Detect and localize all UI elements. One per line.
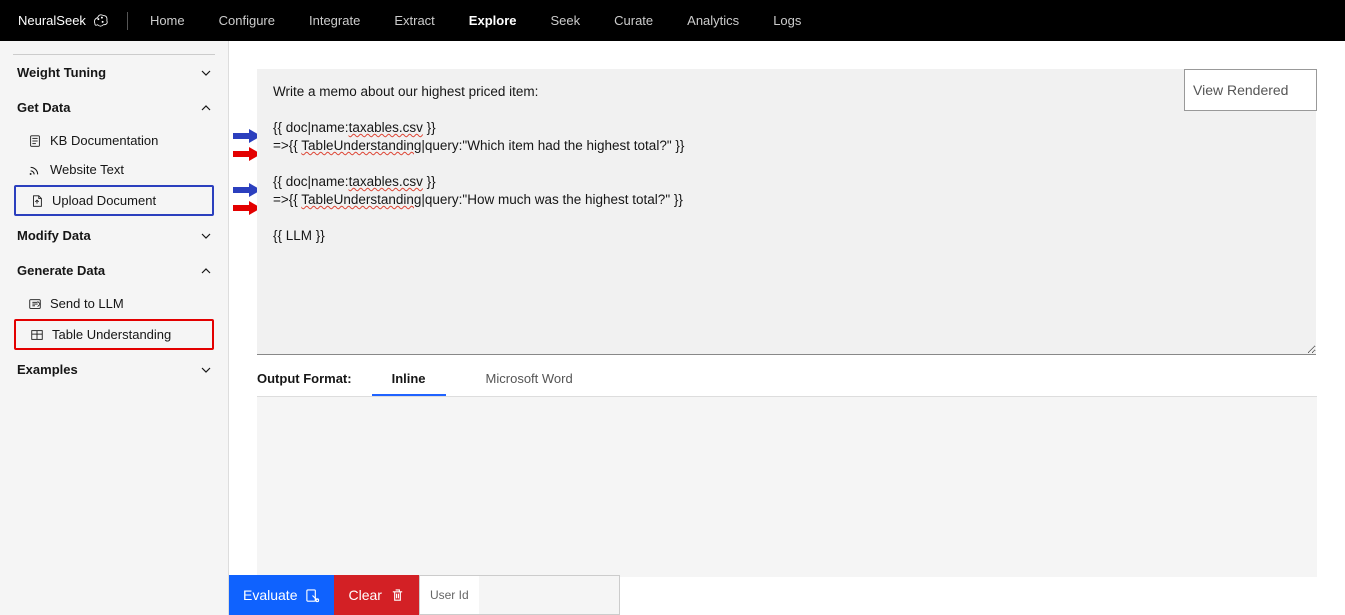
section-label: Examples	[17, 362, 78, 377]
document-icon	[28, 134, 42, 148]
section-generate-data[interactable]: Generate Data	[13, 253, 215, 288]
chevron-up-icon	[201, 103, 211, 113]
trash-icon	[390, 588, 405, 603]
nav-logs[interactable]: Logs	[773, 13, 801, 28]
clear-button[interactable]: Clear	[334, 575, 418, 615]
tab-inline[interactable]: Inline	[372, 363, 446, 396]
nav-analytics[interactable]: Analytics	[687, 13, 739, 28]
output-area	[257, 397, 1317, 577]
nav-configure[interactable]: Configure	[219, 13, 275, 28]
evaluate-button[interactable]: Evaluate	[229, 575, 334, 615]
sidebar-item-send-to-llm[interactable]: Send to LLM	[14, 290, 214, 317]
rss-icon	[28, 163, 42, 177]
user-id-label: User Id	[420, 588, 479, 602]
sidebar-item-label: Table Understanding	[52, 327, 171, 342]
sidebar-item-upload-document[interactable]: Upload Document	[14, 185, 214, 216]
send-icon	[28, 297, 42, 311]
section-weight-tuning[interactable]: Weight Tuning	[13, 55, 215, 90]
section-label: Weight Tuning	[17, 65, 106, 80]
sidebar-item-label: Send to LLM	[50, 296, 124, 311]
chevron-down-icon	[201, 365, 211, 375]
sidebar-item-label: KB Documentation	[50, 133, 158, 148]
tab-microsoft-word[interactable]: Microsoft Word	[466, 363, 593, 396]
chevron-down-icon	[201, 231, 211, 241]
brand-name: NeuralSeek	[18, 13, 86, 28]
sidebar-item-label: Upload Document	[52, 193, 156, 208]
evaluate-icon	[305, 588, 320, 603]
nav-seek[interactable]: Seek	[550, 13, 580, 28]
section-label: Modify Data	[17, 228, 91, 243]
main-panel: Write a memo about our highest priced it…	[229, 41, 1345, 615]
sidebar: Weight Tuning Get Data KB Documentation …	[0, 41, 229, 615]
view-rendered-button[interactable]: View Rendered	[1184, 69, 1317, 111]
topnav: Home Configure Integrate Extract Explore…	[150, 13, 801, 28]
section-label: Get Data	[17, 100, 70, 115]
brand: NeuralSeek	[18, 12, 109, 29]
bottom-bar: Evaluate Clear User Id	[229, 575, 620, 615]
topbar-divider	[127, 12, 128, 30]
chevron-up-icon	[201, 266, 211, 276]
nav-integrate[interactable]: Integrate	[309, 13, 360, 28]
output-format-row: Output Format: Inline Microsoft Word	[257, 363, 1317, 397]
table-icon	[30, 328, 44, 342]
section-modify-data[interactable]: Modify Data	[13, 218, 215, 253]
nav-extract[interactable]: Extract	[394, 13, 434, 28]
user-id-box: User Id	[419, 575, 620, 615]
nav-home[interactable]: Home	[150, 13, 185, 28]
nav-explore[interactable]: Explore	[469, 13, 517, 28]
output-format-label: Output Format:	[257, 371, 352, 396]
upload-document-icon	[30, 194, 44, 208]
section-examples[interactable]: Examples	[13, 352, 215, 387]
section-label: Generate Data	[17, 263, 105, 278]
template-editor[interactable]: Write a memo about our highest priced it…	[257, 69, 1316, 355]
user-id-input[interactable]	[479, 576, 619, 614]
chevron-down-icon	[201, 68, 211, 78]
sidebar-item-website-text[interactable]: Website Text	[14, 156, 214, 183]
sidebar-item-label: Website Text	[50, 162, 124, 177]
sidebar-item-table-understanding[interactable]: Table Understanding	[14, 319, 214, 350]
brand-icon	[92, 12, 109, 29]
topbar: NeuralSeek Home Configure Integrate Extr…	[0, 0, 1345, 41]
sidebar-item-kb-documentation[interactable]: KB Documentation	[14, 127, 214, 154]
section-get-data[interactable]: Get Data	[13, 90, 215, 125]
nav-curate[interactable]: Curate	[614, 13, 653, 28]
